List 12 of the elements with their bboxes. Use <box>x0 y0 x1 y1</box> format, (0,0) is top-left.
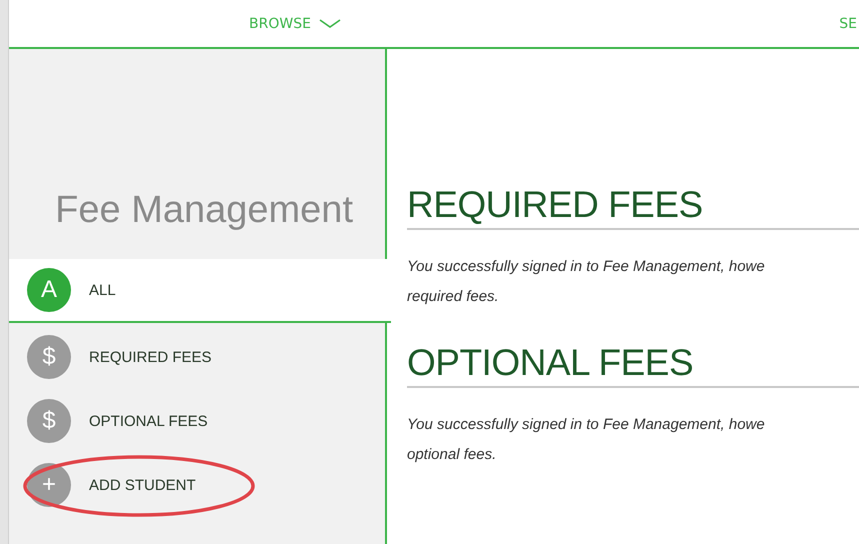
section-heading: OPTIONAL FEES <box>407 342 859 388</box>
sidebar-item[interactable]: $ OPTIONAL FEES <box>9 389 385 453</box>
section-message: You successfully signed in to Fee Management, howe optional fees. <box>407 415 766 465</box>
app-title: Fee Management <box>54 189 354 233</box>
section-heading: REQUIRED FEES <box>407 184 859 230</box>
section-message: You successfully signed in to Fee Management, howe required fees. <box>407 257 766 307</box>
sidebar-item[interactable]: + ADD STUDENT <box>9 453 385 517</box>
letter-avatar-icon: A <box>27 268 71 312</box>
sidebar-item[interactable]: A ALL <box>9 259 391 323</box>
sidebar-item[interactable]: $ REQUIRED FEES <box>9 325 385 389</box>
letter-avatar-icon: $ <box>27 399 71 443</box>
letter-avatar-icon: $ <box>27 335 71 379</box>
